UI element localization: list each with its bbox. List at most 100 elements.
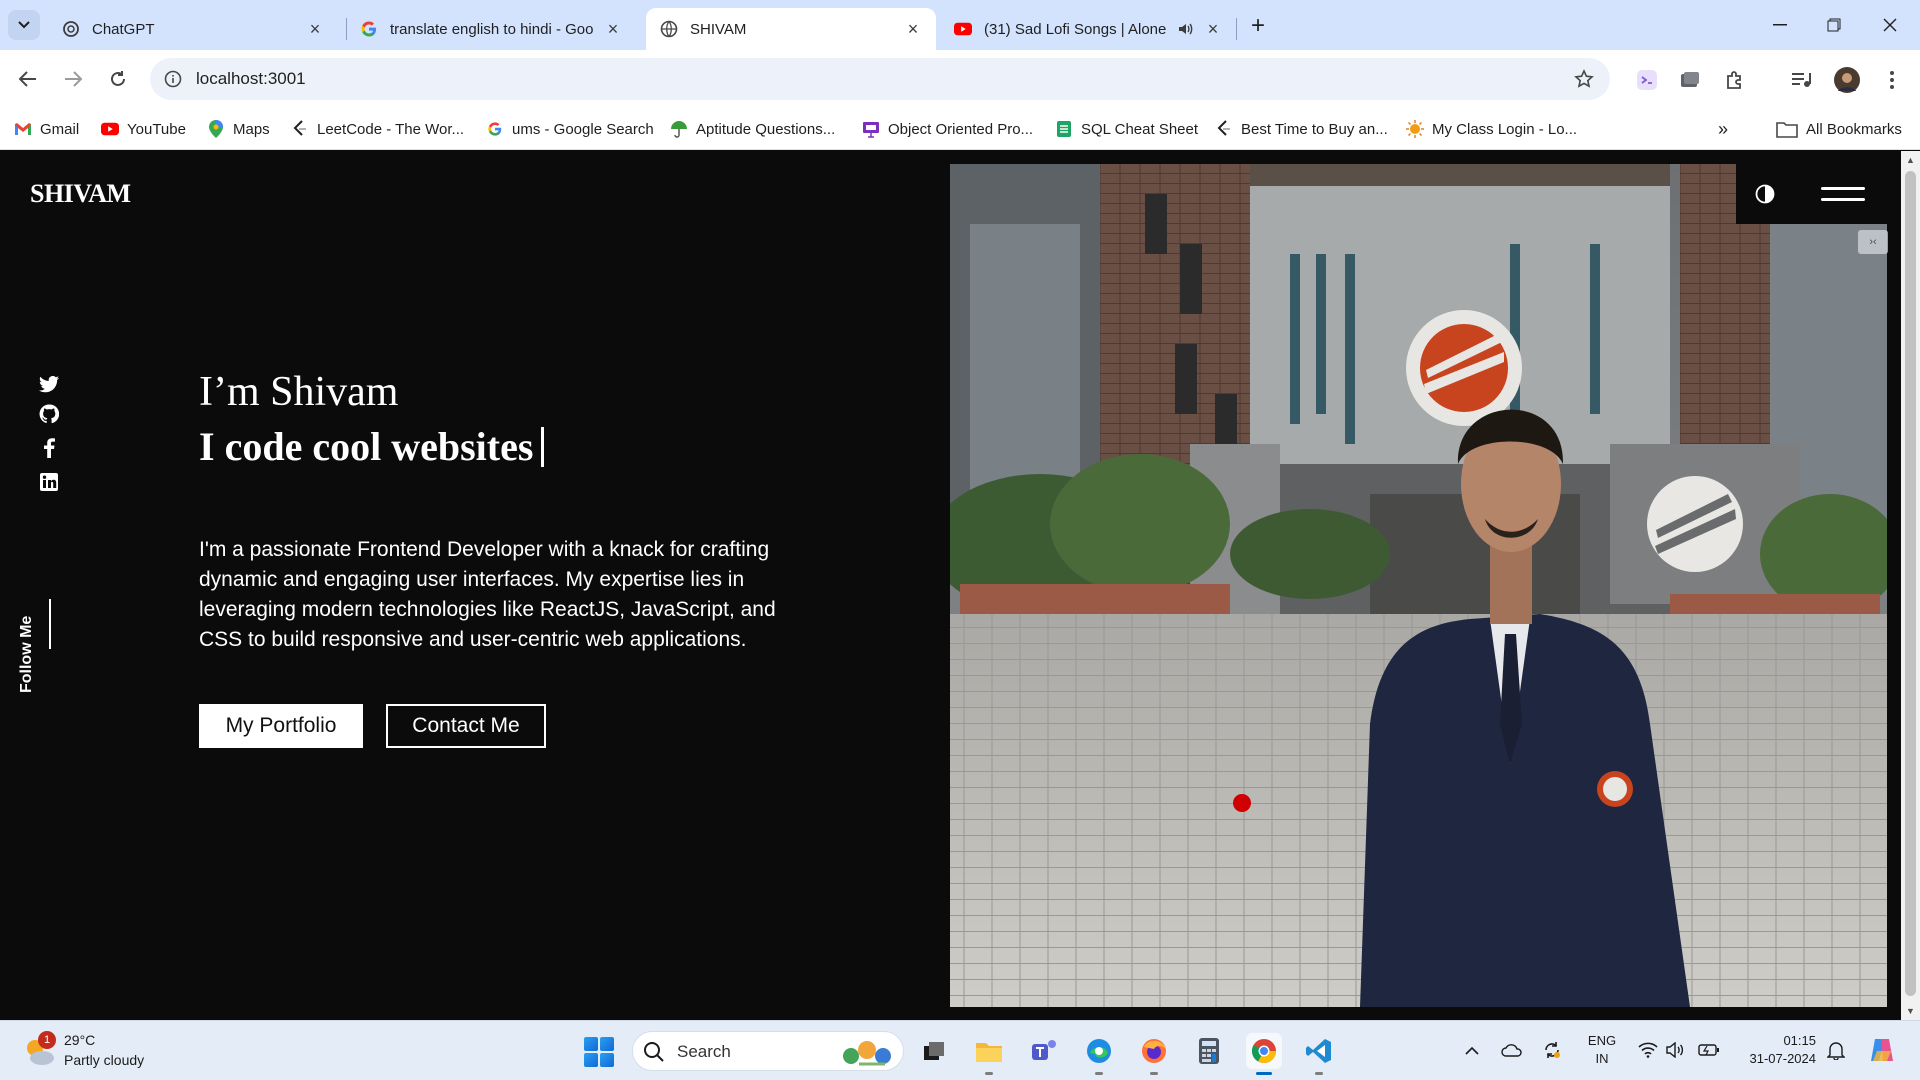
bookmark-oop[interactable]: Object Oriented Pro...	[862, 117, 1033, 141]
address-bar[interactable]: localhost:3001	[150, 58, 1610, 100]
teams-icon	[1032, 1040, 1056, 1060]
follow-me-label: Follow Me	[18, 615, 35, 693]
onedrive-icon[interactable]	[1500, 1038, 1524, 1062]
scroll-down-icon[interactable]: ▼	[1906, 1006, 1915, 1016]
bookmark-leetcode[interactable]: LeetCode - The Wor...	[291, 117, 464, 141]
side-panel-toggle-icon[interactable]: ›‹	[1858, 230, 1888, 254]
taskbar-file-explorer[interactable]	[971, 1033, 1007, 1075]
minimize-button[interactable]	[1752, 0, 1808, 50]
close-icon[interactable]: ×	[904, 19, 922, 39]
globe-icon	[660, 20, 678, 38]
contact-me-button[interactable]: Contact Me	[386, 704, 546, 748]
folder-icon	[1776, 120, 1798, 138]
bookmark-best-time[interactable]: Best Time to Buy an...	[1215, 117, 1388, 141]
bookmark-label: Maps	[233, 120, 270, 138]
bookmark-star-icon[interactable]	[1572, 67, 1596, 91]
copilot-icon[interactable]	[1866, 1034, 1898, 1066]
extension-icon[interactable]	[1677, 67, 1703, 93]
taskbar-edge[interactable]	[1081, 1033, 1117, 1075]
cursor-dot	[1233, 794, 1251, 812]
weather-temperature[interactable]: 29°C	[64, 1032, 95, 1048]
taskbar-firefox[interactable]	[1136, 1033, 1172, 1075]
new-tab-button[interactable]: +	[1244, 12, 1272, 40]
close-icon[interactable]: ×	[604, 19, 622, 39]
kebab-menu-icon[interactable]	[1879, 67, 1905, 93]
language-indicator[interactable]: ENG IN	[1586, 1032, 1618, 1068]
tab-strip: ChatGPT × translate english to hindi - G…	[0, 0, 1920, 50]
system-clock[interactable]: 01:15 31-07-2024	[1706, 1032, 1817, 1068]
tab-shivam[interactable]: SHIVAM ×	[646, 8, 936, 50]
task-view-button[interactable]	[916, 1033, 952, 1069]
restore-button[interactable]	[1806, 0, 1862, 50]
tab-google-translate[interactable]: translate english to hindi - Goo ×	[346, 8, 636, 50]
puzzle-icon[interactable]	[1722, 67, 1748, 93]
scroll-up-icon[interactable]: ▲	[1906, 155, 1915, 165]
wifi-icon[interactable]	[1636, 1038, 1660, 1062]
twitter-icon[interactable]	[38, 373, 60, 395]
theme-toggle-button[interactable]	[1736, 164, 1794, 224]
presentation-icon	[862, 120, 880, 138]
tab-search-button[interactable]	[8, 10, 40, 40]
profile-avatar[interactable]	[1834, 67, 1860, 93]
bookmark-sql-cheat-sheet[interactable]: SQL Cheat Sheet	[1055, 117, 1198, 141]
all-bookmarks-button[interactable]: All Bookmarks	[1776, 117, 1902, 141]
clock-date: 31-07-2024	[1749, 1051, 1817, 1066]
taskbar-chrome[interactable]	[1246, 1033, 1282, 1075]
reload-button[interactable]	[102, 63, 134, 95]
bookmark-youtube[interactable]: YouTube	[101, 117, 186, 141]
edge-icon	[1087, 1039, 1111, 1063]
tab-chatgpt[interactable]: ChatGPT ×	[48, 8, 338, 50]
close-icon[interactable]: ×	[1204, 19, 1222, 39]
site-logo[interactable]: SHIVAM	[30, 179, 131, 209]
bookmark-class-login[interactable]: My Class Login - Lo...	[1406, 117, 1577, 141]
tab-youtube[interactable]: (31) Sad Lofi Songs | Alone ×	[940, 8, 1236, 50]
speaker-icon[interactable]	[1176, 20, 1194, 38]
bookmark-gmail[interactable]: Gmail	[14, 117, 79, 141]
tray-overflow-chevron-icon[interactable]	[1460, 1038, 1484, 1062]
start-button[interactable]	[584, 1037, 614, 1067]
facebook-icon[interactable]	[38, 437, 60, 459]
notification-bell-icon[interactable]	[1824, 1038, 1848, 1062]
bookmark-maps[interactable]: Maps	[207, 117, 270, 141]
chatgpt-icon	[62, 20, 80, 38]
bookmark-aptitude[interactable]: Aptitude Questions...	[670, 117, 835, 141]
close-window-button[interactable]	[1862, 0, 1918, 50]
bookmark-label: Object Oriented Pro...	[888, 120, 1034, 138]
scrollbar-thumb[interactable]	[1905, 171, 1916, 996]
bookmarks-bar: Gmail YouTube Maps LeetCode - The Wor...…	[0, 108, 1920, 150]
site-info-icon[interactable]	[160, 66, 186, 92]
volume-icon[interactable]	[1663, 1038, 1687, 1062]
arrow-left-icon	[19, 71, 36, 87]
running-indicator	[1150, 1072, 1158, 1075]
my-portfolio-button[interactable]: My Portfolio	[199, 704, 363, 748]
bookmark-label: Aptitude Questions...	[696, 120, 836, 138]
taskbar-vscode[interactable]	[1301, 1033, 1337, 1075]
sun-logo-icon	[1406, 120, 1424, 138]
hamburger-menu-button[interactable]	[1794, 164, 1892, 224]
sync-icon[interactable]	[1540, 1038, 1564, 1062]
taskbar-calculator[interactable]	[1191, 1033, 1227, 1069]
gmail-icon	[14, 120, 32, 138]
forward-button[interactable]	[57, 63, 89, 95]
language-code: ENG	[1587, 1033, 1617, 1048]
bookmark-ums-search[interactable]: ums - Google Search	[486, 117, 654, 141]
page-scrollbar[interactable]: ▲ ▼	[1901, 151, 1920, 1020]
weather-description[interactable]: Partly cloudy	[64, 1052, 144, 1068]
more-bookmarks-button[interactable]: »	[1718, 117, 1728, 141]
search-icon	[644, 1042, 664, 1062]
vscode-icon	[1306, 1039, 1331, 1063]
close-icon	[1883, 18, 1897, 32]
github-icon[interactable]	[38, 403, 60, 425]
close-icon[interactable]: ×	[306, 19, 324, 39]
hero-tagline: I code cool websites	[199, 423, 545, 470]
follow-divider	[49, 599, 51, 649]
menu-bar	[1821, 187, 1865, 190]
taskbar-search[interactable]: Search	[632, 1031, 904, 1071]
taskbar-teams[interactable]	[1026, 1033, 1062, 1069]
url-text[interactable]: localhost:3001	[196, 69, 306, 89]
media-control-icon[interactable]	[1788, 67, 1814, 93]
back-button[interactable]	[12, 63, 44, 95]
extension-icon[interactable]	[1634, 67, 1660, 93]
running-indicator	[985, 1072, 993, 1075]
linkedin-icon[interactable]	[38, 471, 60, 493]
